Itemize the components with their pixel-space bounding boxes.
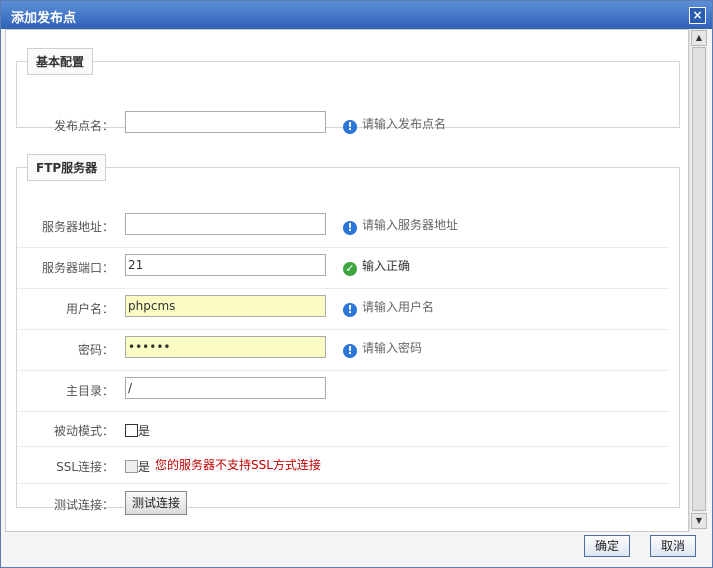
username-input[interactable]: phpcms xyxy=(125,295,326,317)
password-hint-text: 请输入密码 xyxy=(362,341,423,355)
cancel-button[interactable]: 取消 xyxy=(650,535,696,557)
home-dir-label: 主目录： xyxy=(65,384,114,398)
passive-mode-option: 是 xyxy=(138,424,151,438)
ssl-error-message: 您的服务器不支持SSL方式连接 xyxy=(155,458,321,472)
dialog-title: 添加发布点 xyxy=(11,11,77,26)
ssl-label: SSL连接： xyxy=(56,460,114,474)
server-host-hint: ! 请输入服务器地址 xyxy=(343,216,458,235)
ssl-checkbox[interactable] xyxy=(125,460,138,473)
ssl-row: SSL连接： 是 您的服务器不支持SSL方式连接 xyxy=(17,447,669,484)
publish-name-input[interactable] xyxy=(125,111,326,133)
dialog-titlebar[interactable]: 添加发布点 × xyxy=(1,1,712,29)
password-hint: ! 请输入密码 xyxy=(343,339,422,358)
test-connection-label: 测试连接： xyxy=(53,498,114,512)
passive-mode-row: 被动模式： 是 xyxy=(17,412,669,447)
username-hint-text: 请输入用户名 xyxy=(362,300,435,314)
check-icon: ✓ xyxy=(343,262,357,276)
info-icon: ! xyxy=(343,303,357,317)
dialog-content: 基本配置 发布点名： ! 请输入发布点名 FTP服务器 服务器地址： ! 请输入服务… xyxy=(5,29,689,532)
test-connection-row: 测试连接： 测试连接 xyxy=(17,484,669,524)
username-hint: ! 请输入用户名 xyxy=(343,298,434,317)
info-icon: ! xyxy=(343,344,357,358)
info-icon: ! xyxy=(343,221,357,235)
server-host-hint-text: 请输入服务器地址 xyxy=(362,218,459,232)
server-port-row: 服务器端口： 21 ✓ 输入正确 xyxy=(17,248,669,289)
server-port-label: 服务器端口： xyxy=(41,261,114,275)
server-port-hint-text: 输入正确 xyxy=(362,259,411,273)
ftp-server-section: FTP服务器 服务器地址： ! 请输入服务器地址 服务器端口： 21 ✓ 输入正确 … xyxy=(16,154,680,515)
publish-name-label: 发布点名： xyxy=(53,119,114,133)
ok-button[interactable]: 确定 xyxy=(584,535,630,557)
add-publish-point-dialog: 添加发布点 × 基本配置 发布点名： ! 请输入发布点名 FTP服务器 服务器地址… xyxy=(0,0,713,568)
password-label: 密码： xyxy=(77,343,114,357)
username-row: 用户名： phpcms ! 请输入用户名 xyxy=(17,289,669,330)
test-connection-button[interactable]: 测试连接 xyxy=(125,491,187,515)
password-input[interactable]: •••••• xyxy=(125,336,326,358)
publish-name-row: 发布点名： ! 请输入发布点名 xyxy=(17,105,669,145)
vertical-scrollbar[interactable]: ▲ ▼ xyxy=(689,29,707,530)
publish-name-hint-text: 请输入发布点名 xyxy=(362,117,447,131)
server-host-input[interactable] xyxy=(125,213,326,235)
password-row: 密码： •••••• ! 请输入密码 xyxy=(17,330,669,371)
basic-config-legend: 基本配置 xyxy=(27,48,94,75)
server-host-row: 服务器地址： ! 请输入服务器地址 xyxy=(17,207,669,248)
scroll-up-icon[interactable]: ▲ xyxy=(691,30,707,46)
home-dir-row: 主目录： / xyxy=(17,371,669,412)
publish-name-hint: ! 请输入发布点名 xyxy=(343,115,446,134)
basic-config-section: 基本配置 发布点名： ! 请输入发布点名 xyxy=(16,48,680,134)
server-host-label: 服务器地址： xyxy=(41,220,114,234)
scroll-down-icon[interactable]: ▼ xyxy=(691,513,707,529)
ssl-option: 是 xyxy=(138,460,151,474)
scrollbar-thumb[interactable] xyxy=(692,47,706,511)
passive-mode-label: 被动模式： xyxy=(53,424,114,438)
passive-mode-checkbox[interactable] xyxy=(125,424,138,437)
server-port-hint: ✓ 输入正确 xyxy=(343,257,410,276)
home-dir-input[interactable]: / xyxy=(125,377,326,399)
username-label: 用户名： xyxy=(65,302,114,316)
ftp-server-legend: FTP服务器 xyxy=(27,154,107,181)
server-port-input[interactable]: 21 xyxy=(125,254,326,276)
close-icon[interactable]: × xyxy=(689,7,706,24)
info-icon: ! xyxy=(343,120,357,134)
